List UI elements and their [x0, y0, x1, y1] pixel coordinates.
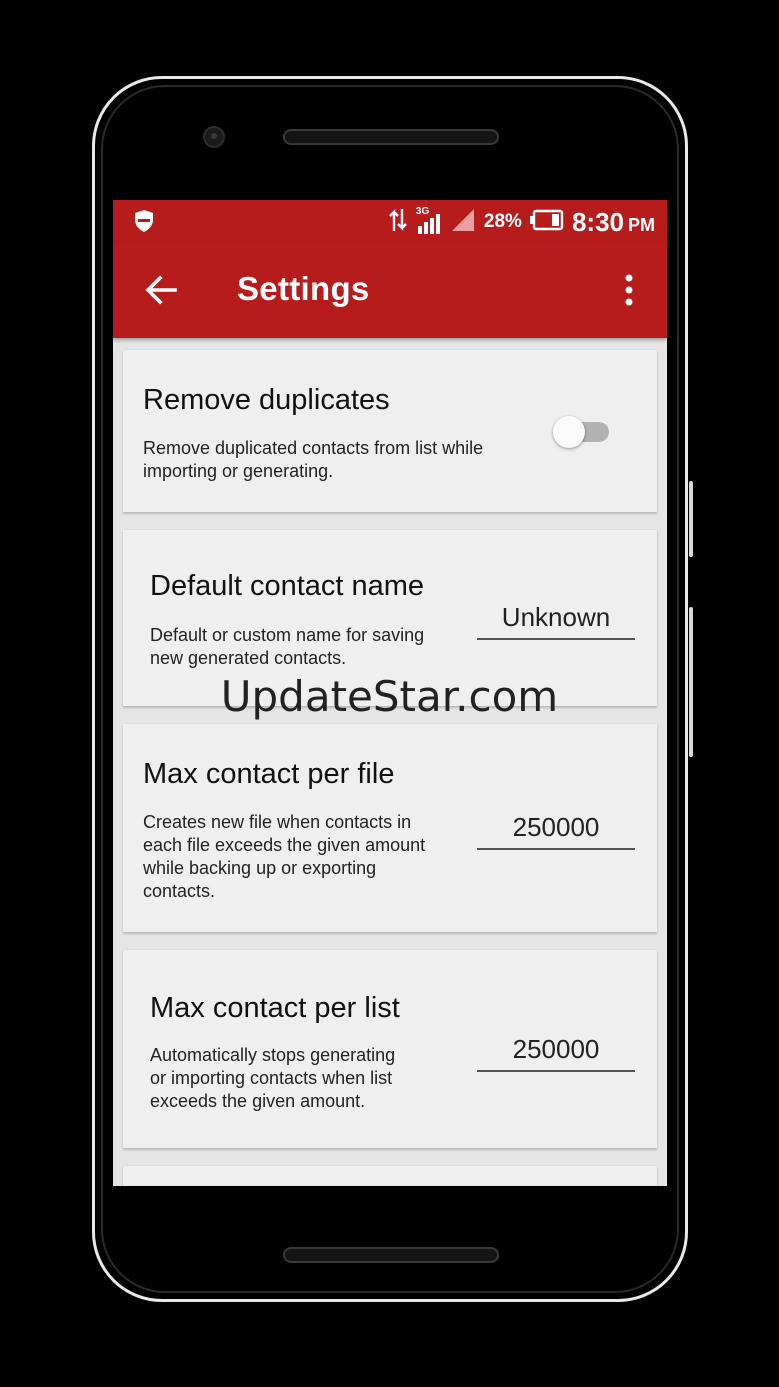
- description-line: Automatically stops generating: [150, 1045, 396, 1065]
- description-line: or importing contacts when list: [150, 1068, 393, 1088]
- description-line: Creates new file when contacts in: [143, 812, 412, 832]
- cell-signal-icon: 3G: [416, 206, 442, 236]
- setting-description: Creates new file when contacts in each f…: [143, 811, 425, 903]
- setting-title: Default contact name: [150, 570, 425, 602]
- setting-title: Remove duplicates: [143, 384, 390, 416]
- max-contact-per-list-input[interactable]: 250000: [477, 1034, 635, 1072]
- watermark: UpdateStar.com: [220, 672, 559, 721]
- front-camera: [203, 126, 225, 148]
- battery-percent: 28%: [483, 211, 522, 232]
- back-button[interactable]: [143, 272, 179, 308]
- description-line: while backing up or exporting: [143, 858, 377, 878]
- setting-description: Remove duplicated contacts from list whi…: [143, 437, 483, 483]
- description-line: importing or generating.: [143, 461, 334, 481]
- shield-icon: [133, 209, 155, 238]
- description-line: exceeds the given amount.: [150, 1091, 366, 1111]
- setting-description: Default or custom name for saving new ge…: [150, 624, 424, 670]
- setting-title: Max contact per file: [143, 758, 395, 790]
- status-icons: 3G 28% 8:30 PM: [388, 206, 655, 238]
- bottom-speaker: [283, 1247, 499, 1263]
- status-bar: 3G 28% 8:30 PM: [113, 200, 667, 242]
- description-line: each file exceeds the given amount: [143, 835, 426, 855]
- clock: 8:30 PM: [572, 207, 655, 238]
- arrow-left-icon: [145, 275, 177, 305]
- overflow-menu-button[interactable]: [621, 272, 637, 308]
- description-line: Remove duplicated contacts from list whi…: [143, 438, 484, 458]
- setting-max-contact-per-file: Max contact per file Creates new file wh…: [123, 724, 657, 932]
- setting-title: Max contact per list: [150, 992, 400, 1024]
- wifi-signal-icon: [450, 207, 476, 238]
- more-vert-icon: [625, 274, 633, 306]
- clock-ampm: PM: [628, 214, 655, 235]
- power-button: [689, 481, 693, 557]
- page-title: Settings: [237, 270, 370, 307]
- toggle-thumb: [553, 416, 585, 448]
- setting-next-card-partial: [123, 1166, 657, 1186]
- data-transfer-icon: [388, 207, 408, 238]
- setting-remove-duplicates[interactable]: Remove duplicates Remove duplicated cont…: [123, 350, 657, 512]
- description-line: new generated contacts.: [150, 648, 347, 668]
- battery-icon: [529, 209, 564, 236]
- default-contact-name-input[interactable]: Unknown: [477, 602, 635, 640]
- description-line: Default or custom name for saving: [150, 625, 425, 645]
- setting-max-contact-per-list: Max contact per list Automatically stops…: [123, 950, 657, 1148]
- setting-description: Automatically stops generating or import…: [150, 1044, 395, 1113]
- max-contact-per-file-input[interactable]: 250000: [477, 812, 635, 850]
- remove-duplicates-toggle[interactable]: [553, 416, 609, 448]
- description-line: contacts.: [143, 881, 216, 901]
- app-bar: Settings: [113, 242, 667, 338]
- top-speaker: [283, 129, 499, 145]
- clock-time: 8:30: [571, 206, 624, 237]
